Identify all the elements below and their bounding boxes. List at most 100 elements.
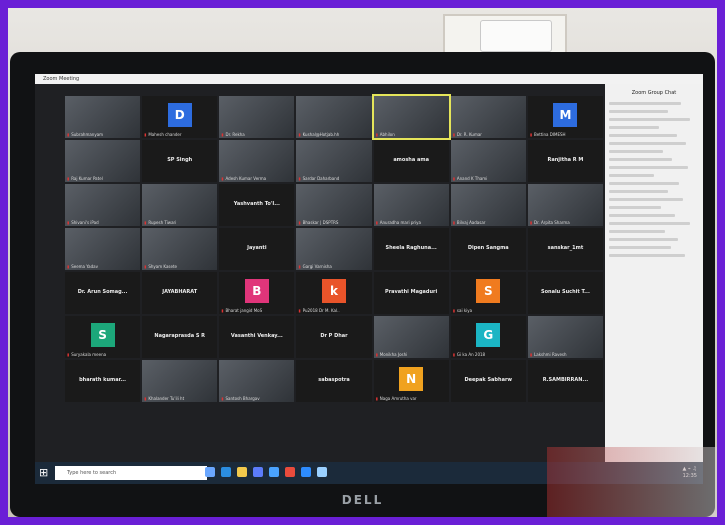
- participant-tile[interactable]: Dr P Dhar: [296, 316, 372, 358]
- participant-tile[interactable]: bharath kumar...: [65, 360, 141, 402]
- zoom-icon[interactable]: [301, 467, 311, 477]
- taskbar-search-input[interactable]: Type here to search: [55, 466, 207, 480]
- participant-tile[interactable]: Pravathi Magaduri: [373, 272, 449, 314]
- participant-name: Abhilon: [376, 132, 395, 137]
- participant-tile[interactable]: Anuradha mari priya: [373, 184, 449, 226]
- participant-grid: Subrahmanyam D Mahesh chander Dr. Rekha Kush…: [65, 94, 603, 446]
- participant-tile[interactable]: Bilvaj Aadasar: [450, 184, 526, 226]
- participant-center-name: Deepak Sabharw: [464, 376, 513, 383]
- participant-tile[interactable]: Khalander Tu'ili ht: [142, 360, 218, 402]
- participant-tile[interactable]: JAYABHARAT: [142, 272, 218, 314]
- participant-avatar: D: [167, 102, 192, 127]
- photo-background: Zoom Meeting Subrahmanyam D Mahesh chander…: [8, 8, 717, 517]
- participant-center-name: Yashvanth To'I...: [233, 200, 280, 207]
- participant-tile[interactable]: Bhaskar | DSPTRS: [296, 184, 372, 226]
- participant-tile[interactable]: Kushal@Hotjab.hh: [296, 96, 372, 138]
- participant-tile[interactable]: SP Singh: [142, 140, 218, 182]
- taskbar-icons: [205, 467, 327, 477]
- participant-tile[interactable]: Adesh Kumar Verma: [219, 140, 295, 182]
- participant-tile[interactable]: Abhilon: [371, 94, 451, 140]
- participant-center-name: amosha ama: [393, 156, 429, 163]
- participant-tile[interactable]: Dr. Arun Somag...: [65, 272, 141, 314]
- participant-tile[interactable]: R.SAMBIRRAN...: [527, 360, 603, 402]
- participant-name: Shivani's iPad: [67, 220, 98, 225]
- participant-center-name: sanskar_1mt: [547, 244, 584, 251]
- participant-name: Pu2018 Dr M. Kal..: [298, 308, 340, 313]
- participant-avatar: B: [244, 278, 269, 303]
- participant-tile[interactable]: Lakshmi Ravesh: [527, 316, 603, 358]
- participant-tile[interactable]: Rupesh Tiwari: [142, 184, 218, 226]
- participant-tile[interactable]: Nagaraprasda S R: [142, 316, 218, 358]
- participant-tile[interactable]: Dr. R. Kumar: [450, 96, 526, 138]
- participant-tile[interactable]: Sheela Raghuna...: [373, 228, 449, 270]
- participant-name: Anuradha mari priya: [376, 220, 421, 225]
- participant-tile[interactable]: Dr. Arpita Sharma: [527, 184, 603, 226]
- participant-center-name: Dr. Arun Somag...: [77, 288, 128, 295]
- participant-tile[interactable]: k Pu2018 Dr M. Kal..: [296, 272, 372, 314]
- participant-center-name: bharath kumar...: [79, 376, 127, 383]
- participant-tile[interactable]: Ssai kiya: [450, 272, 526, 314]
- participant-name: Suryakala meena: [67, 352, 106, 357]
- participant-tile[interactable]: sabaspotra: [296, 360, 372, 402]
- participant-tile[interactable]: Ranjitha R M: [527, 140, 603, 182]
- participant-tile[interactable]: Subrahmanyam: [65, 96, 141, 138]
- participant-tile[interactable]: Anand K Thami: [450, 140, 526, 182]
- participant-name: Dr. Arpita Sharma: [530, 220, 570, 225]
- participant-tile[interactable]: Jayanti: [219, 228, 295, 270]
- monitor-logo: DELL: [341, 493, 384, 507]
- participant-tile[interactable]: Yashvanth To'I...: [219, 184, 295, 226]
- participant-tile[interactable]: Vasanthi Venkay...: [219, 316, 295, 358]
- participant-name: Bilvaj Aadasar: [453, 220, 486, 225]
- participant-tile[interactable]: Gargi Varnisha: [296, 228, 372, 270]
- participant-tile[interactable]: G Gi ka An 2018: [450, 316, 526, 358]
- participant-name: Dr. Rekha: [221, 132, 244, 137]
- explorer-icon[interactable]: [237, 467, 247, 477]
- participant-tile[interactable]: B Bharat jangid MoS: [219, 272, 295, 314]
- participant-center-name: Pravathi Magaduri: [385, 288, 438, 295]
- chrome-icon[interactable]: [285, 467, 295, 477]
- air-conditioner: [480, 20, 552, 52]
- participant-tile[interactable]: Shyam Kasete: [142, 228, 218, 270]
- participant-name: Subrahmanyam: [67, 132, 103, 137]
- app-icon[interactable]: [317, 467, 327, 477]
- participant-center-name: Sheela Raghuna...: [385, 244, 437, 251]
- participant-avatar: N: [399, 366, 424, 391]
- participant-center-name: Sonalu Suchit T...: [540, 288, 590, 295]
- windows-start-icon[interactable]: ⊞: [39, 467, 51, 479]
- chat-panel: Zoom Group Chat: [605, 84, 703, 462]
- edge-icon[interactable]: [221, 467, 231, 477]
- participant-center-name: JAYABHARAT: [162, 288, 198, 295]
- participant-tile[interactable]: D Mahesh chander: [142, 96, 218, 138]
- participant-name: Anand K Thami: [453, 176, 487, 181]
- chat-title: Zoom Group Chat: [631, 90, 677, 96]
- participant-tile[interactable]: amosha ama: [373, 140, 449, 182]
- participant-tile[interactable]: Sardar Daharband: [296, 140, 372, 182]
- participant-avatar: G: [476, 322, 501, 347]
- participant-name: Rupesh Tiwari: [144, 220, 176, 225]
- participant-center-name: Dr P Dhar: [320, 332, 348, 339]
- participant-tile[interactable]: Shivani's iPad: [65, 184, 141, 226]
- mail-icon[interactable]: [269, 467, 279, 477]
- participant-avatar: S: [90, 322, 115, 347]
- participant-center-name: SP Singh: [167, 156, 193, 163]
- participant-name: Seema Yadav: [67, 264, 98, 269]
- participant-tile[interactable]: Santosh Bhargav: [219, 360, 295, 402]
- store-icon[interactable]: [253, 467, 263, 477]
- participant-tile[interactable]: Dipen Sangma: [450, 228, 526, 270]
- participant-tile[interactable]: Seema Yadav: [65, 228, 141, 270]
- participant-center-name: Vasanthi Venkay...: [230, 332, 283, 339]
- task-view-icon[interactable]: [205, 467, 215, 477]
- participant-name: Adesh Kumar Verma: [221, 176, 266, 181]
- participant-tile[interactable]: Raj Kumar Patel: [65, 140, 141, 182]
- participant-tile[interactable]: Monikha Joshi: [373, 316, 449, 358]
- participant-tile[interactable]: M Bettina DIMESH: [527, 96, 603, 138]
- participant-tile[interactable]: Dr. Rekha: [219, 96, 295, 138]
- participant-center-name: Ranjitha R M: [547, 156, 584, 163]
- participant-avatar: S: [476, 278, 501, 303]
- participant-name: Kushal@Hotjab.hh: [298, 132, 340, 137]
- participant-tile[interactable]: Deepak Sabharw: [450, 360, 526, 402]
- participant-tile[interactable]: S Suryakala meena: [65, 316, 141, 358]
- participant-tile[interactable]: sanskar_1mt: [527, 228, 603, 270]
- participant-tile[interactable]: N Naga Amrutha var: [373, 360, 449, 402]
- participant-tile[interactable]: Sonalu Suchit T...: [527, 272, 603, 314]
